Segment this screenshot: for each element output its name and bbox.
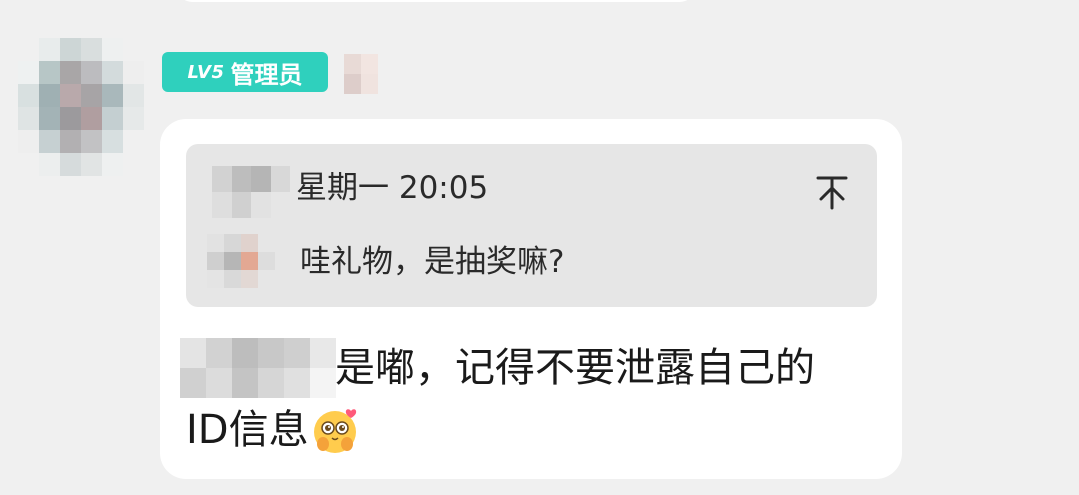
previous-message-bubble: [178, 0, 694, 2]
badge-level: LV5: [187, 61, 225, 83]
mention-blurred[interactable]: [180, 338, 336, 398]
pin-to-top-icon[interactable]: [812, 170, 852, 214]
sender-avatar[interactable]: [18, 38, 144, 176]
quoted-timestamp: 星期一 20:05: [296, 170, 489, 206]
quoted-avatar-blurred: [207, 234, 275, 288]
sender-name-blurred[interactable]: [344, 54, 378, 94]
pleading-hands-emoji: [313, 409, 356, 453]
message-text-line2-row: ID信息: [186, 402, 361, 458]
message-text-line2: ID信息: [186, 407, 309, 453]
level-badge: LV5 管理员: [162, 52, 328, 92]
message-text-line1: 是嘟，记得不要泄露自己的: [335, 345, 815, 391]
quoted-text: 哇礼物，是抽奖嘛?: [300, 244, 565, 280]
quoted-sender-name-blurred: [212, 166, 290, 218]
badge-role: 管理员: [230, 60, 303, 89]
